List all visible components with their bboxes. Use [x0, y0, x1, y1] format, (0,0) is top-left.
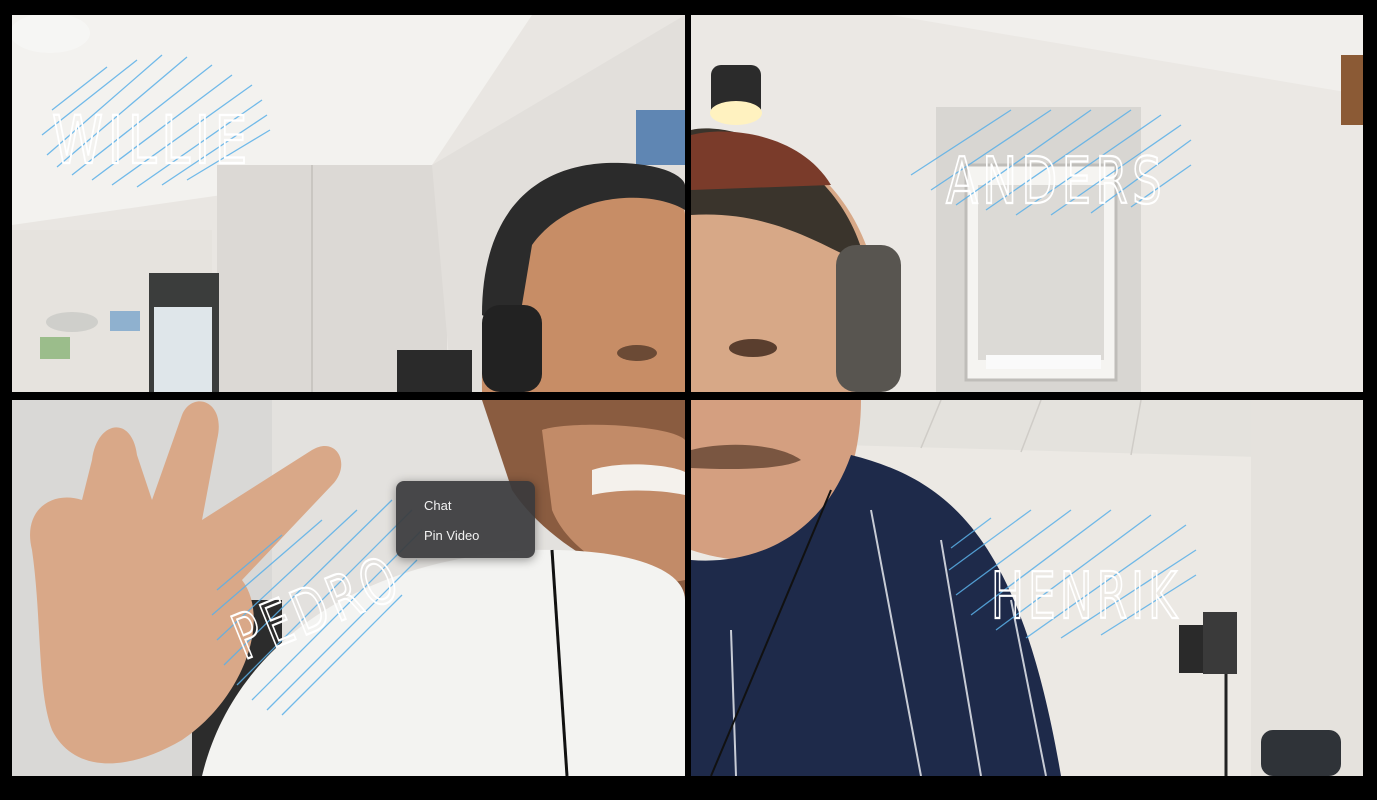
video-feed — [12, 15, 685, 392]
video-tile-henrik[interactable]: HENRIK — [691, 400, 1363, 776]
video-feed — [12, 400, 685, 776]
menu-item-chat[interactable]: Chat — [396, 491, 535, 521]
video-feed — [691, 400, 1363, 776]
video-tile-anders[interactable]: ANDERS — [691, 15, 1363, 392]
video-tile-pedro[interactable]: PEDRO — [12, 400, 685, 776]
menu-item-pin-video[interactable]: Pin Video — [396, 521, 535, 551]
participant-context-menu: Chat Pin Video — [396, 481, 535, 558]
video-feed — [691, 15, 1363, 392]
video-tile-willie[interactable]: WILLIE — [12, 15, 685, 392]
